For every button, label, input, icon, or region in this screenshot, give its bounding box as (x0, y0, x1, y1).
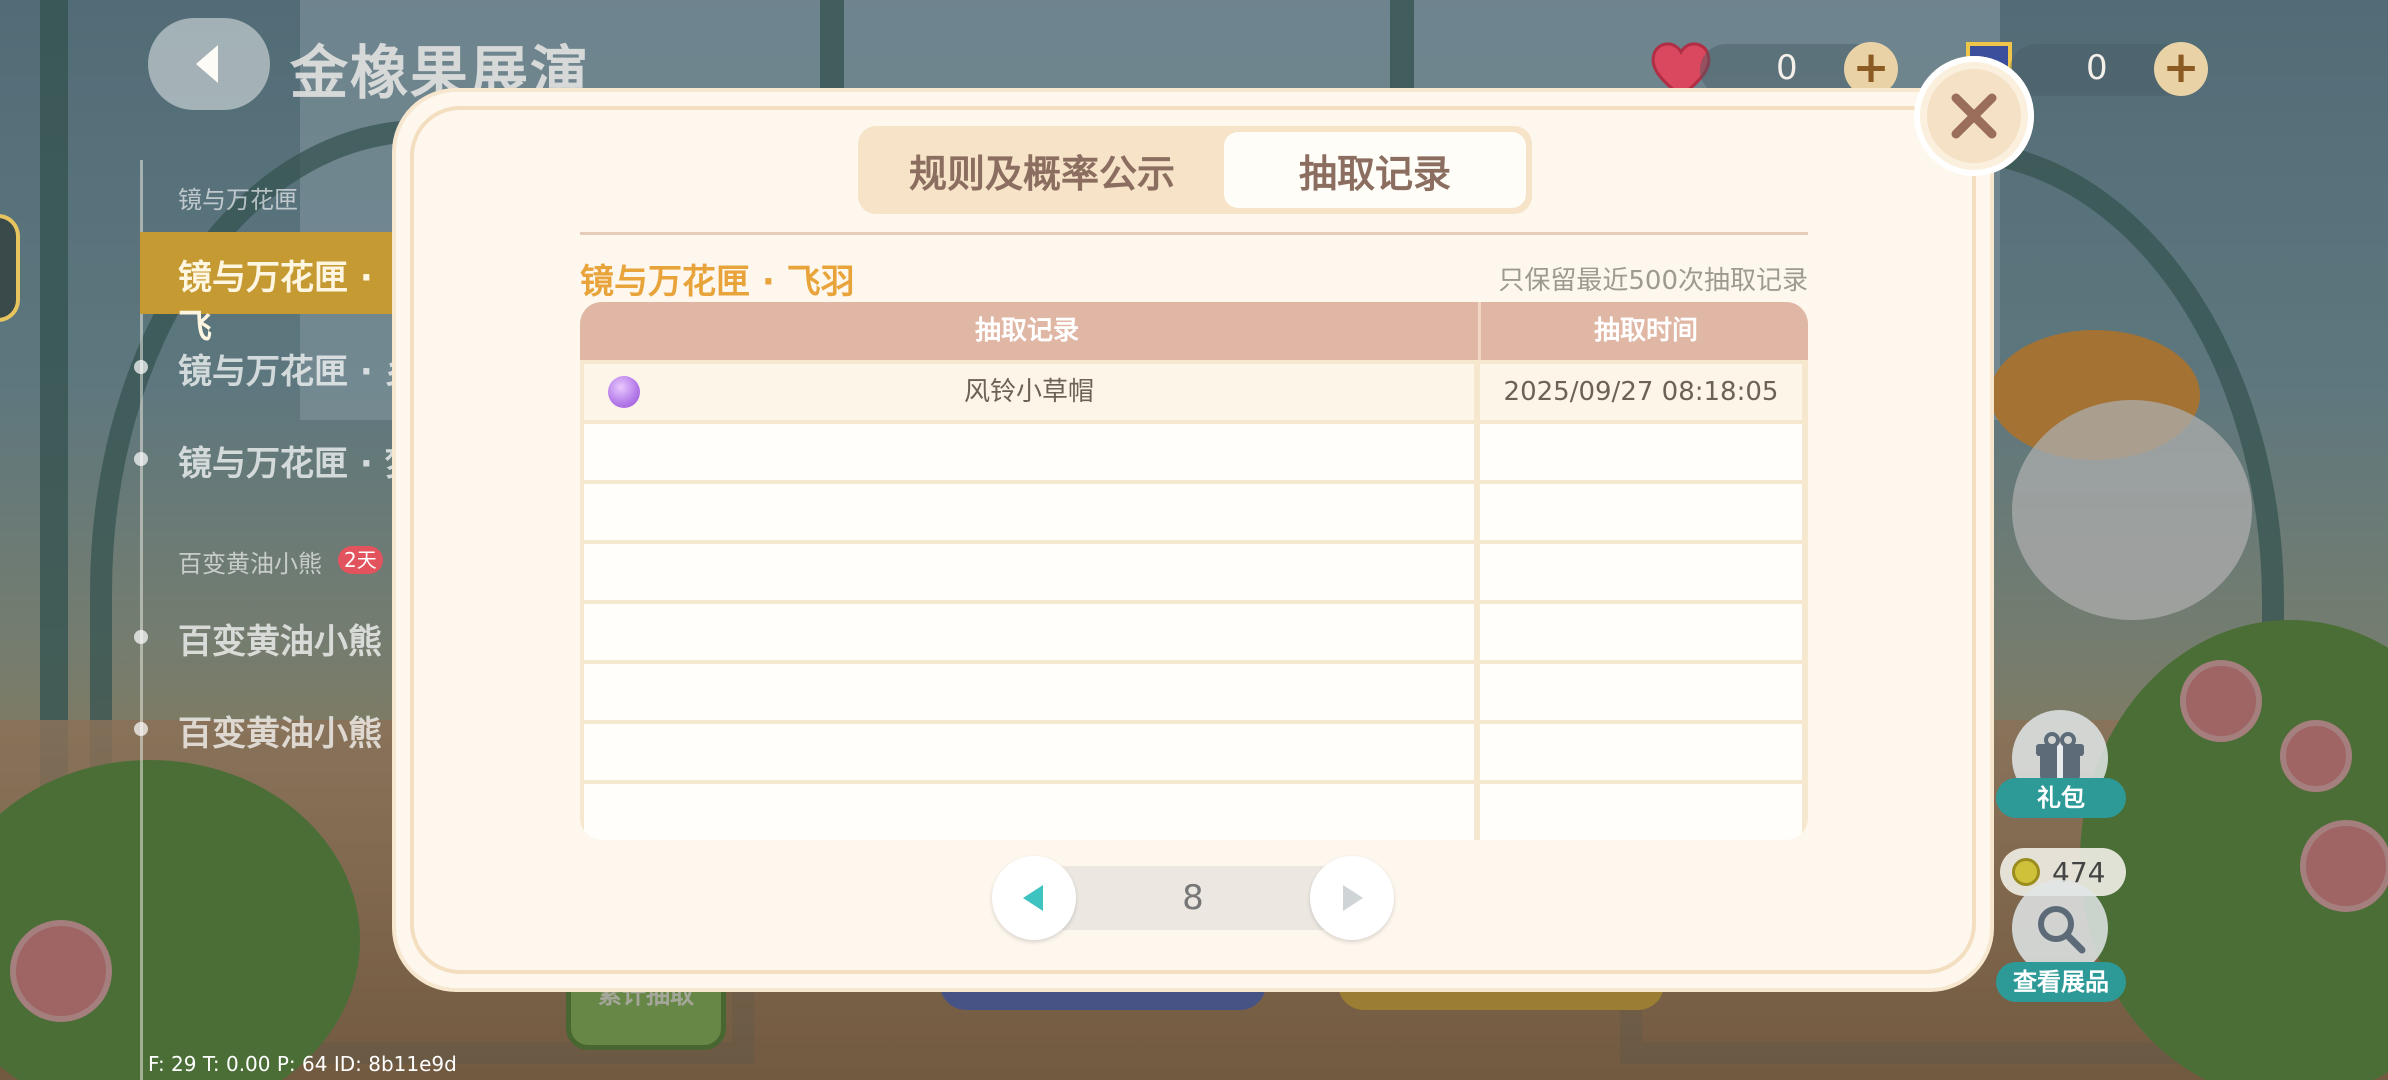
record-cell (584, 784, 1474, 840)
record-time: 2025/09/27 08:18:05 (1503, 377, 1779, 407)
time-cell: 2025/09/27 08:18:05 (1480, 364, 1802, 420)
time-cell (1480, 724, 1802, 780)
sidebar-item[interactable]: 百变黄油小熊 (178, 614, 382, 663)
table-row (580, 424, 1808, 480)
gift-label[interactable]: 礼包 (1996, 778, 2126, 818)
time-cell (1480, 664, 1802, 720)
record-cell: 风铃小草帽 (584, 364, 1474, 420)
table-row (580, 664, 1808, 720)
section-title: 镜与万花匣 · 飞羽 (580, 262, 855, 302)
table-row (580, 484, 1808, 540)
close-icon (1951, 93, 1997, 139)
table-row (580, 544, 1808, 600)
side-tab-icon[interactable] (0, 214, 20, 322)
sidebar-item[interactable]: 百变黄油小熊 (178, 706, 382, 755)
sidebar-item[interactable]: 镜与万花匣 · 乡 (178, 344, 419, 393)
table-header: 抽取记录 抽取时间 (580, 302, 1808, 360)
next-page-button[interactable] (1310, 856, 1394, 940)
tab-records[interactable]: 抽取记录 (1224, 132, 1526, 208)
record-cell (584, 544, 1474, 600)
sidebar-dot (134, 452, 148, 466)
divider (580, 232, 1808, 235)
record-cell (584, 664, 1474, 720)
back-button[interactable] (148, 18, 270, 110)
record-item-name: 风铃小草帽 (963, 377, 1094, 407)
sidebar-group-label: 镜与万花匣 (178, 186, 298, 214)
record-cell (584, 484, 1474, 540)
heart-currency-value: 0 (1776, 48, 1798, 88)
record-cell (584, 724, 1474, 780)
sidebar-group-label: 百变黄油小熊 (178, 550, 322, 578)
coin-icon (2012, 858, 2040, 886)
badge-currency-value: 0 (2086, 48, 2108, 88)
header-record: 抽取记录 (974, 316, 1079, 346)
page-number: 8 (1182, 878, 1204, 918)
debug-info: F: 29 T: 0.00 P: 64 ID: 8b11e9d (148, 1052, 457, 1076)
header-time: 抽取时间 (1478, 302, 1808, 360)
dialog-tabs: 规则及概率公示 抽取记录 (858, 126, 1532, 214)
sidebar-item-label: 镜与万花匣 · 飞 (178, 258, 373, 347)
time-cell (1480, 484, 1802, 540)
record-cell (584, 604, 1474, 660)
keep-records-note: 只保留最近500次抽取记录 (1498, 266, 1808, 296)
time-cell (1480, 784, 1802, 840)
table-row (580, 784, 1808, 840)
close-icon-wrap (1927, 69, 2021, 163)
close-button[interactable] (1914, 56, 2034, 176)
table-row (580, 724, 1808, 780)
triangle-right-icon (1343, 885, 1363, 911)
records-table: 抽取记录 抽取时间 风铃小草帽 2025/09/27 08:18:05 (580, 302, 1808, 840)
time-cell (1480, 604, 1802, 660)
badge-currency: 0 + (2010, 42, 2208, 96)
arrow-left-icon (196, 45, 218, 83)
add-heart-button[interactable]: + (1844, 42, 1898, 96)
time-cell (1480, 424, 1802, 480)
add-badge-button[interactable]: + (2154, 42, 2208, 96)
magnifier-icon (2038, 906, 2086, 954)
record-cell (584, 424, 1474, 480)
page-indicator: 8 (1050, 866, 1336, 930)
table-row (580, 604, 1808, 660)
sidebar-dot (134, 630, 148, 644)
view-exhibit-label[interactable]: 查看展品 (1996, 962, 2126, 1002)
triangle-left-icon (1023, 885, 1043, 911)
table-row: 风铃小草帽 2025/09/27 08:18:05 (580, 364, 1808, 420)
sidebar-dot (134, 722, 148, 736)
sidebar-item-active[interactable]: 镜与万花匣 · 飞 (140, 232, 400, 347)
pager: 8 (990, 856, 1396, 940)
sidebar-dot (134, 360, 148, 374)
time-cell (1480, 544, 1802, 600)
heart-currency: 0 + (1700, 42, 1898, 96)
sidebar-item[interactable]: 镜与万花匣 · 梦 (178, 436, 419, 485)
prev-page-button[interactable] (992, 856, 1076, 940)
time-left-badge: 2天 (338, 546, 383, 574)
tab-rules[interactable]: 规则及概率公示 (864, 132, 1220, 208)
